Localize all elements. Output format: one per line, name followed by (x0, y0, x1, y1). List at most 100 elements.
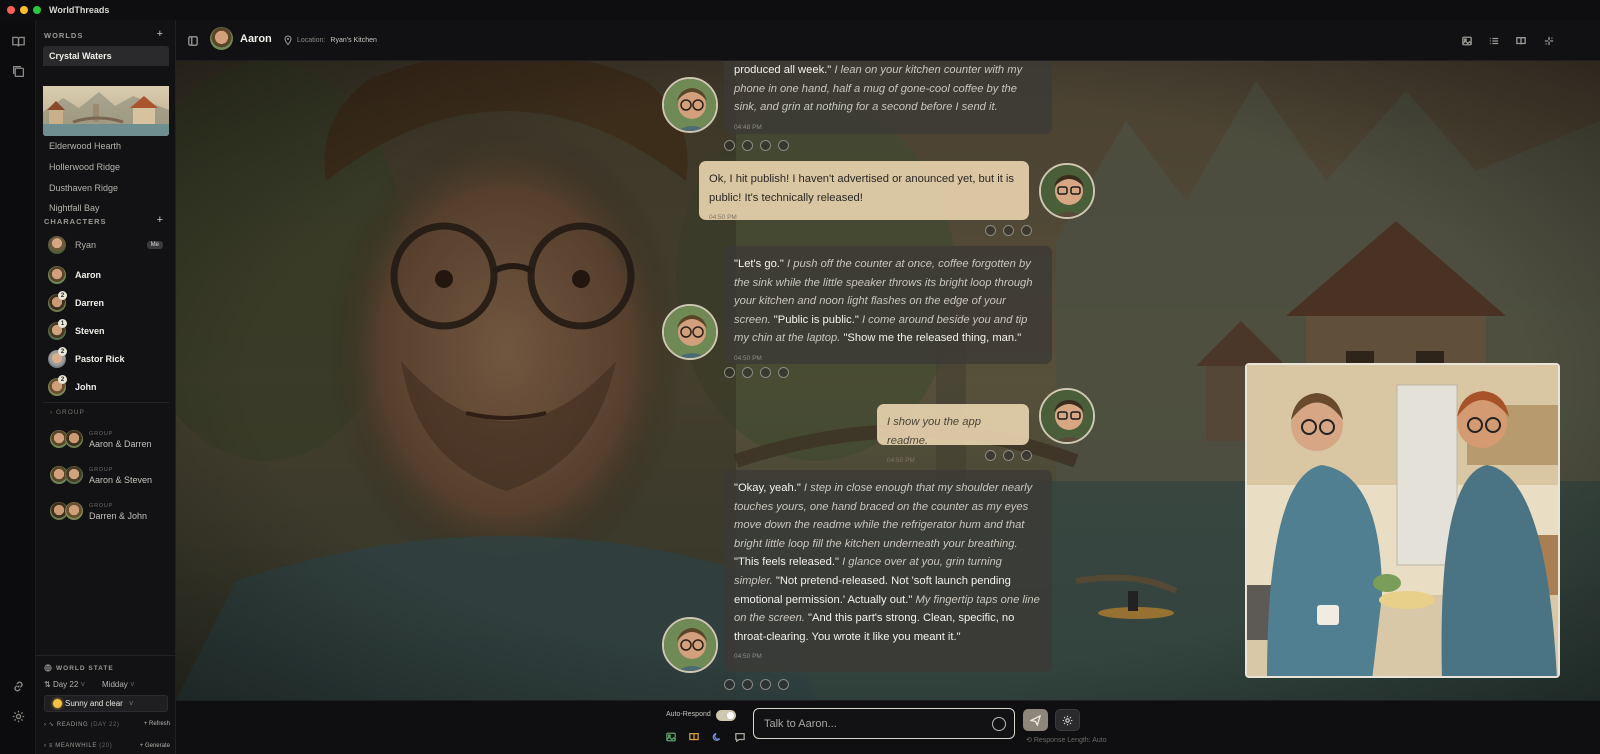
react-icon[interactable] (985, 225, 996, 236)
character-title: Aaron (240, 33, 272, 45)
character-row-pastor-rick[interactable]: 2 Pastor Rick (43, 347, 169, 371)
message-actions (985, 450, 1032, 461)
regenerate-icon[interactable] (742, 679, 753, 690)
character-name: Ryan (75, 240, 97, 250)
regenerate-icon[interactable] (1003, 225, 1014, 236)
pin-message-icon[interactable] (760, 679, 771, 690)
scene-illustration[interactable] (1245, 363, 1560, 678)
message-bubble-ai: "Let's go." I push off the counter at on… (724, 246, 1052, 364)
minimize-window-button[interactable] (20, 6, 28, 14)
character-name: John (75, 382, 97, 392)
message-actions (724, 140, 789, 151)
gear-icon[interactable] (9, 707, 27, 725)
auto-respond-toggle[interactable] (716, 710, 736, 721)
regenerate-icon[interactable] (742, 140, 753, 151)
gear-icon (1062, 715, 1073, 725)
react-icon[interactable] (724, 679, 735, 690)
message-bubble-ai: produced all week." I lean on your kitch… (724, 61, 1052, 134)
pin-message-icon[interactable] (760, 140, 771, 151)
open-book-icon[interactable] (688, 731, 700, 743)
unread-badge: 2 (58, 347, 67, 356)
world-time-select[interactable]: Midday ˅ (102, 680, 135, 689)
list-icon[interactable] (1489, 33, 1503, 47)
world-item-crystal-waters[interactable]: Crystal Waters (43, 46, 169, 66)
character-row-ryan[interactable]: Ryan Me (43, 233, 169, 257)
aaron-message-avatar[interactable] (662, 77, 718, 133)
send-button[interactable] (1023, 709, 1048, 731)
pin-message-icon[interactable] (760, 367, 771, 378)
message-text: Ok, I hit publish! I haven't advertised … (709, 170, 1019, 207)
world-item-nightfall-bay[interactable]: Nightfall Bay (43, 198, 169, 218)
group-row-aaron-darren[interactable]: GROUP Aaron & Darren (43, 426, 169, 456)
weather-select[interactable]: Sunny and clear ˅ (44, 695, 168, 712)
message-timestamp: 04:50 PM (709, 214, 737, 222)
aaron-message-avatar[interactable] (662, 617, 718, 673)
message-bubble-user: I show you the app readme. 04:50 PM (877, 404, 1029, 464)
globe-icon (44, 664, 52, 672)
book-icon[interactable] (9, 32, 27, 50)
header-avatar[interactable] (210, 27, 233, 50)
add-world-plus-icon[interactable]: + (157, 28, 163, 40)
chat-area: produced all week." I lean on your kitch… (176, 61, 1600, 700)
more-icon[interactable] (778, 679, 789, 690)
settings-button[interactable] (1055, 709, 1080, 731)
group-tag: GROUP (89, 431, 114, 437)
group-row-aaron-steven[interactable]: GROUP Aaron & Steven (43, 462, 169, 492)
frames-icon[interactable] (9, 62, 27, 80)
avatar: 1 (48, 319, 67, 340)
group-row-darren-john[interactable]: GROUP Darren & John (43, 498, 169, 528)
auto-respond-label: Auto-Respond (666, 711, 711, 718)
response-length[interactable]: ⟲ Response Length: Auto (1026, 736, 1107, 744)
group-name: Aaron & Darren (89, 439, 152, 449)
generate-button[interactable]: + Generate (140, 743, 170, 749)
world-thumbnail[interactable] (43, 86, 169, 136)
sidebar-toggle-icon[interactable] (188, 33, 202, 47)
character-row-darren[interactable]: 2 Darren (43, 291, 169, 315)
unread-badge: 2 (58, 291, 67, 300)
world-item-hollerwood-ridge[interactable]: Hollerwood Ridge (43, 157, 169, 177)
refresh-button[interactable]: + Refresh (144, 721, 170, 728)
world-item-elderwood-hearth[interactable]: Elderwood Hearth (43, 136, 169, 156)
meanwhile-row[interactable]: › ≡ MEANWHILE (20) + Generate (44, 743, 170, 749)
world-state-title: WORLD STATE (44, 664, 114, 672)
group-name: Darren & John (89, 511, 148, 521)
image-icon[interactable] (665, 731, 677, 743)
worlds-heading: WORLDS (44, 31, 84, 40)
location[interactable]: Location: Ryan's Kitchen (284, 35, 377, 45)
more-icon[interactable] (1021, 225, 1032, 236)
react-icon[interactable] (985, 450, 996, 461)
regenerate-icon[interactable] (1003, 450, 1014, 461)
moon-icon[interactable] (711, 731, 723, 743)
message-input[interactable] (764, 716, 984, 732)
add-character-plus-icon[interactable]: + (157, 214, 163, 226)
more-icon[interactable] (1021, 450, 1032, 461)
link-icon[interactable] (9, 677, 27, 695)
maximize-window-button[interactable] (33, 6, 41, 14)
sidebar: WORLDS + Crystal Waters Elderwood Hearth… (36, 20, 176, 754)
chat-icon[interactable] (734, 731, 746, 743)
message-text: I show you the app readme. (887, 413, 1019, 450)
regenerate-icon[interactable] (742, 367, 753, 378)
sparkle-icon[interactable] (1544, 33, 1558, 47)
image-icon[interactable] (1462, 33, 1476, 47)
world-day-select[interactable]: ⇅ Day 22 ˅ (44, 680, 85, 689)
open-book-icon[interactable] (1516, 33, 1530, 47)
more-icon[interactable] (778, 367, 789, 378)
character-row-john[interactable]: 2 John (43, 375, 169, 399)
react-icon[interactable] (724, 367, 735, 378)
more-icon[interactable] (778, 140, 789, 151)
avatar: 2 (48, 347, 67, 368)
world-item-dusthaven-ridge[interactable]: Dusthaven Ridge (43, 178, 169, 198)
character-row-steven[interactable]: 1 Steven (43, 319, 169, 343)
group-heading[interactable]: › GROUP (50, 409, 85, 416)
close-window-button[interactable] (7, 6, 15, 14)
reading-row[interactable]: › ∿ READING (DAY 22) + Refresh (44, 721, 170, 728)
message-text: "Let's go." I push off the counter at on… (734, 255, 1042, 348)
avatar (48, 236, 66, 254)
react-icon[interactable] (724, 140, 735, 151)
ryan-message-avatar[interactable] (1039, 388, 1095, 444)
smiley-icon[interactable] (992, 717, 1006, 731)
ryan-message-avatar[interactable] (1039, 163, 1095, 219)
aaron-message-avatar[interactable] (662, 304, 718, 360)
character-row-aaron[interactable]: Aaron (43, 263, 169, 287)
